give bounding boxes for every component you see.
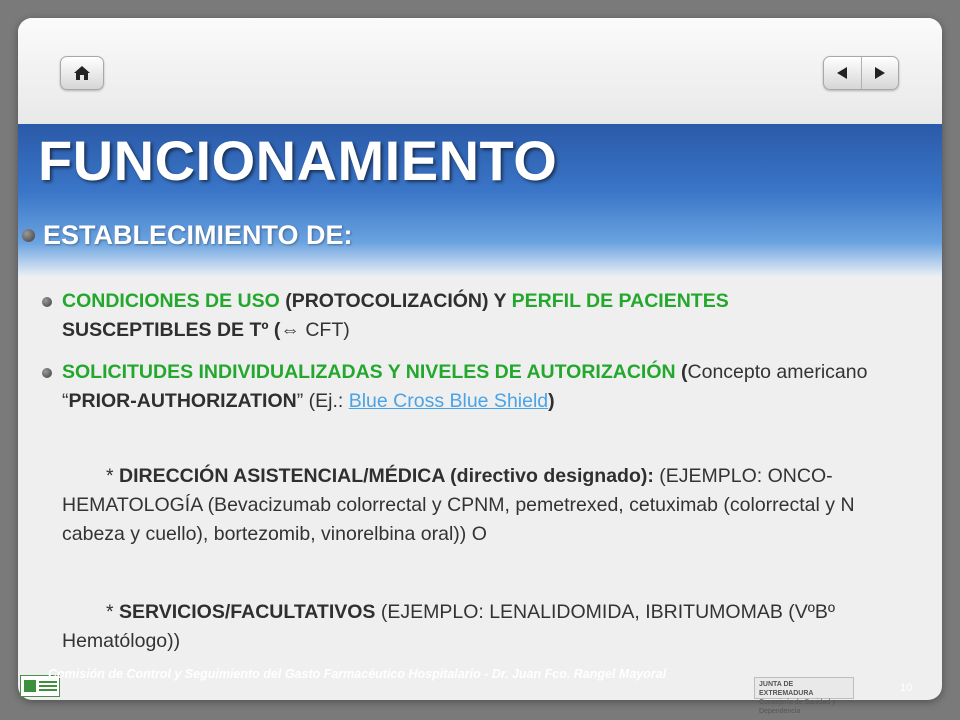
level1-bullet: ESTABLECIMIENTO DE:	[22, 220, 353, 251]
item2-part: PRIOR-AUTHORIZATION	[68, 390, 297, 412]
list-item: CONDICIONES DE USO (PROTOCOLIZACIÓN) Y P…	[42, 287, 882, 345]
item3-part: *	[106, 465, 120, 487]
triangle-right-icon	[874, 67, 885, 79]
triangle-left-icon	[837, 67, 848, 79]
item2-part: (	[675, 361, 688, 383]
next-slide-button[interactable]	[860, 57, 898, 89]
bullet-icon	[42, 297, 52, 307]
double-arrow-icon: ⇔	[280, 319, 300, 341]
bullet-icon	[42, 368, 52, 378]
item1-part: PERFIL DE PACIENTES	[511, 290, 729, 312]
junta-logo: JUNTA DE EXTREMADURA Consejería de Sanid…	[754, 677, 854, 715]
prev-next-buttons	[823, 56, 899, 90]
item2-part: )	[548, 390, 555, 412]
item1-part: CONDICIONES DE USO	[62, 290, 280, 312]
item2-part: ” (Ej.:	[296, 390, 349, 412]
item4-part: SERVICIOS/FACULTATIVOS	[119, 601, 376, 623]
list-item: SOLICITUDES INDIVIDUALIZADAS Y NIVELES D…	[42, 358, 882, 416]
list-item: * SERVICIOS/FACULTATIVOS (EJEMPLO: LENAL…	[62, 598, 882, 656]
top-bar	[18, 18, 942, 126]
item3-part: DIRECCIÓN ASISTENCIAL/MÉDICA (directivo …	[119, 465, 654, 487]
footer-label: Comisión de Control y Seguimiento del Ga…	[48, 667, 667, 681]
slide-title: FUNCIONAMIENTO	[38, 129, 558, 192]
item4-part: *	[106, 601, 120, 623]
item2-part: SOLICITUDES INDIVIDUALIZADAS Y NIVELES D…	[62, 361, 676, 383]
previous-slide-button[interactable]	[824, 57, 861, 89]
item1-part: SUSCEPTIBLES DE Tº (	[62, 319, 281, 341]
level1-text: ESTABLECIMIENTO DE:	[43, 220, 353, 250]
home-button[interactable]	[60, 56, 104, 90]
footer-text: Comisión de Control y Seguimiento del Ga…	[48, 667, 666, 681]
item1-part: CFT)	[299, 319, 350, 341]
junta-logo-line2: Consejería de Sanidad y Dependencia	[759, 699, 836, 715]
junta-logo-line1: JUNTA DE EXTREMADURA	[759, 681, 814, 697]
bullet-icon	[22, 229, 35, 242]
list-item: * DIRECCIÓN ASISTENCIAL/MÉDICA (directiv…	[62, 462, 882, 549]
home-icon	[74, 66, 90, 80]
blue-cross-link[interactable]: Blue Cross Blue Shield	[349, 390, 548, 412]
item1-part: (PROTOCOLIZACIÓN) Y	[279, 290, 512, 312]
page-number: 10	[900, 682, 913, 694]
